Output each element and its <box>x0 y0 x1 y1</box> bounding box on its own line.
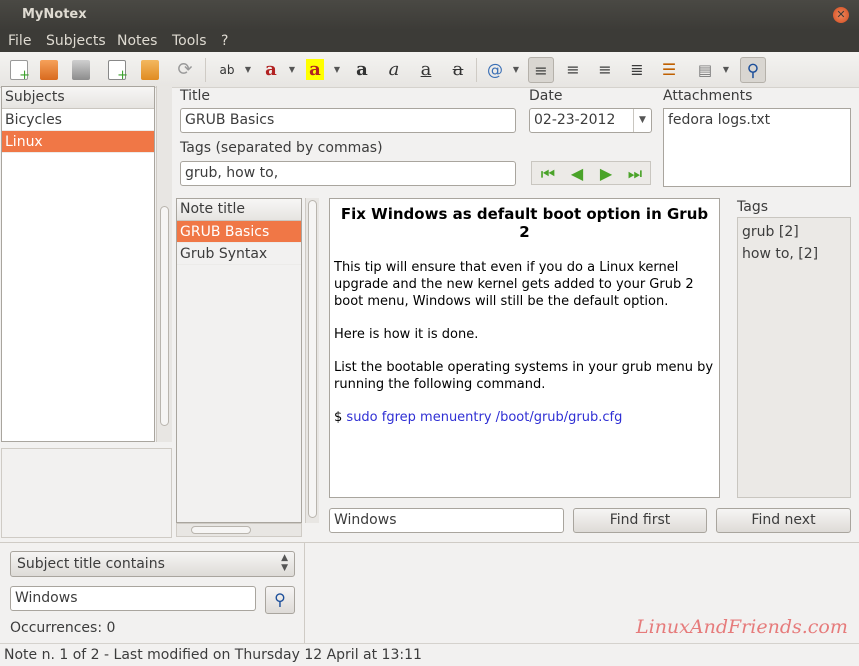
spellcheck-dropdown-icon[interactable]: ▼ <box>244 66 252 74</box>
insert-dropdown-icon[interactable]: ▼ <box>512 66 520 74</box>
last-note-icon[interactable]: ⏭ <box>621 162 649 186</box>
search-mode-value: Subject title contains <box>17 556 165 572</box>
attachments-label: Attachments <box>663 88 753 104</box>
refresh-icon[interactable]: ⟳ <box>172 57 198 83</box>
strikethrough-icon[interactable]: a <box>445 57 471 83</box>
subject-notes-pane <box>1 448 172 538</box>
chevron-down-icon[interactable]: ▼ <box>633 109 651 132</box>
note-paragraph: Here is how it is done. <box>334 327 479 342</box>
menu-bar: File Subjects Notes Tools ? <box>0 30 859 52</box>
scroll-thumb[interactable] <box>308 200 317 518</box>
list-item[interactable]: how to, [2] <box>742 243 846 265</box>
menu-file[interactable]: File <box>8 33 31 49</box>
tags-panel-list: grub [2] how to, [2] <box>737 217 851 498</box>
first-note-icon[interactable]: ⏮ <box>534 162 562 186</box>
underline-icon[interactable]: a <box>413 57 439 83</box>
tags-panel-label: Tags <box>737 199 768 215</box>
note-editor[interactable]: Fix Windows as default boot option in Gr… <box>329 198 720 498</box>
previous-note-icon[interactable]: ◀ <box>563 162 591 186</box>
next-note-icon[interactable]: ▶ <box>592 162 620 186</box>
align-center-icon[interactable]: ≡ <box>560 57 586 83</box>
subjects-scrollbar[interactable] <box>156 86 172 442</box>
date-picker[interactable]: 02-23-2012 ▼ <box>529 108 652 133</box>
scroll-thumb[interactable] <box>160 206 169 426</box>
font-color-dropdown-icon[interactable]: ▼ <box>288 66 296 74</box>
note-book-icon[interactable] <box>137 57 163 83</box>
divider <box>0 542 859 543</box>
font-color-icon[interactable]: a <box>258 57 284 83</box>
search-icon[interactable]: ⚲ <box>740 57 766 83</box>
table-row[interactable]: Grub Syntax <box>177 243 301 265</box>
new-subject-icon[interactable]: + <box>6 57 32 83</box>
editor-left-scrollbar[interactable] <box>305 198 319 523</box>
find-input[interactable]: Windows <box>329 508 564 533</box>
tags-input[interactable]: grub, how to, <box>180 161 516 186</box>
chevron-updown-icon: ▲ ▼ <box>281 553 288 573</box>
search-button[interactable]: ⚲ <box>265 586 295 614</box>
title-input[interactable]: GRUB Basics <box>180 108 516 133</box>
notes-hscrollbar[interactable] <box>176 523 302 537</box>
list-item[interactable]: Linux <box>2 131 154 153</box>
menu-help[interactable]: ? <box>221 33 228 49</box>
watermark-logo: LinuxAndFriends.com <box>636 616 848 638</box>
spellcheck-icon[interactable]: ab <box>214 57 240 83</box>
open-folder-icon[interactable] <box>36 57 62 83</box>
note-paragraph: List the bootable operating systems in y… <box>334 360 714 392</box>
align-left-icon[interactable]: ≡ <box>528 57 554 83</box>
command-prompt: $ <box>334 410 343 425</box>
toolbar: + + ⟳ ab ▼ a ▼ a ▼ a a a a @ ▼ ≡ ≡ ≡ ≣ ☰… <box>0 52 859 88</box>
search-icon: ⚲ <box>274 590 286 609</box>
menu-tools[interactable]: Tools <box>172 33 207 49</box>
menu-subjects[interactable]: Subjects <box>46 33 106 49</box>
title-bar: MyNotex ✕ <box>0 0 859 30</box>
occurrences-count: Occurrences: 0 <box>10 620 116 636</box>
window-title: MyNotex <box>22 7 87 22</box>
date-value: 02-23-2012 <box>534 112 616 128</box>
status-bar: Note n. 1 of 2 - Last modified on Thursd… <box>0 643 859 665</box>
find-first-button[interactable]: Find first <box>573 508 707 533</box>
list-item[interactable]: fedora logs.txt <box>668 112 846 128</box>
note-paragraph: This tip will ensure that even if you do… <box>334 260 694 309</box>
title-label: Title <box>180 88 211 104</box>
italic-icon[interactable]: a <box>381 57 407 83</box>
date-label: Date <box>529 88 563 104</box>
notes-list: Note title GRUB Basics Grub Syntax <box>176 198 302 523</box>
table-row[interactable]: GRUB Basics <box>177 221 301 243</box>
document-dropdown-icon[interactable]: ▼ <box>722 66 730 74</box>
list-item[interactable]: Bicycles <box>2 109 154 131</box>
highlight-dropdown-icon[interactable]: ▼ <box>333 66 341 74</box>
search-input[interactable]: Windows <box>10 586 256 611</box>
command-text: sudo fgrep menuentry /boot/grub/grub.cfg <box>346 410 623 425</box>
document-icon[interactable]: ▤ <box>692 57 718 83</box>
scroll-thumb[interactable] <box>191 526 251 534</box>
subjects-list: Subjects Bicycles Linux <box>1 86 155 442</box>
subjects-header[interactable]: Subjects <box>2 87 154 109</box>
find-next-button[interactable]: Find next <box>716 508 851 533</box>
bold-icon[interactable]: a <box>349 57 375 83</box>
save-download-icon[interactable] <box>68 57 94 83</box>
close-icon[interactable]: ✕ <box>833 7 849 23</box>
list-item[interactable]: grub [2] <box>742 221 846 243</box>
attachments-list: fedora logs.txt <box>663 108 851 187</box>
note-navigation: ⏮ ◀ ▶ ⏭ <box>531 161 651 185</box>
menu-notes[interactable]: Notes <box>117 33 157 49</box>
divider <box>304 543 305 643</box>
notes-list-header[interactable]: Note title <box>177 199 301 221</box>
note-heading: Fix Windows as default boot option in Gr… <box>340 205 709 241</box>
tags-label: Tags (separated by commas) <box>180 140 383 156</box>
new-note-icon[interactable]: + <box>104 57 130 83</box>
align-right-icon[interactable]: ≡ <box>592 57 618 83</box>
highlight-color-icon[interactable]: a <box>306 59 324 80</box>
search-mode-select[interactable]: Subject title contains ▲ ▼ <box>10 551 295 577</box>
indent-icon[interactable]: ☰ <box>656 57 682 83</box>
insert-link-icon[interactable]: @ <box>482 57 508 83</box>
justify-icon[interactable]: ≣ <box>624 57 650 83</box>
